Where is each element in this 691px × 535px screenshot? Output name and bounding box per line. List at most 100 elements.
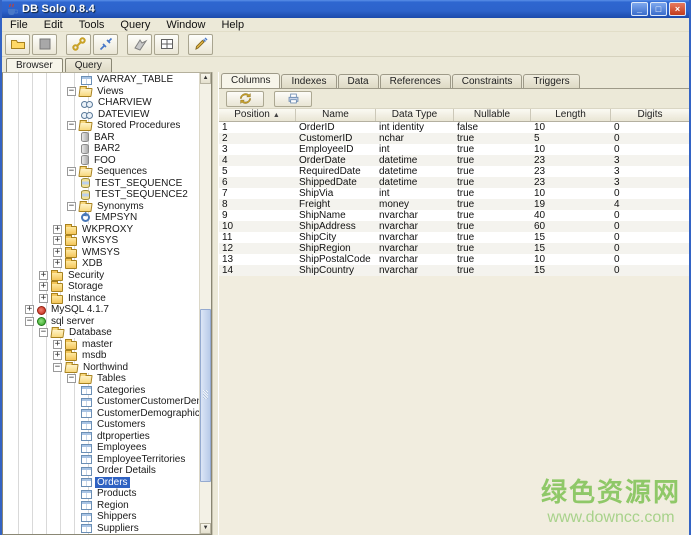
tab-query[interactable]: Query	[65, 58, 112, 72]
collapse-minus-icon[interactable]: −	[67, 202, 76, 211]
tree-item[interactable]: +XDB	[3, 258, 199, 270]
sql-editor-button[interactable]	[188, 34, 213, 55]
tree-item[interactable]: −Sequences	[3, 166, 199, 178]
table-row[interactable]: 6ShippedDatedatetimetrue233	[219, 177, 689, 188]
tree-item[interactable]: Suppliers	[3, 523, 199, 535]
tab-data[interactable]: Data	[338, 74, 379, 88]
tree-item[interactable]: −sql server	[3, 316, 199, 328]
expand-plus-icon[interactable]: +	[39, 282, 48, 291]
tree-item[interactable]: BAR	[3, 132, 199, 144]
tree-item[interactable]: −Database	[3, 327, 199, 339]
tree-item[interactable]: Region	[3, 500, 199, 512]
expand-plus-icon[interactable]: +	[53, 351, 62, 360]
tree-item[interactable]: FOO	[3, 155, 199, 167]
expand-plus-icon[interactable]: +	[53, 340, 62, 349]
collapse-minus-icon[interactable]: −	[39, 328, 48, 337]
expand-plus-icon[interactable]: +	[39, 271, 48, 280]
tab-triggers[interactable]: Triggers	[523, 74, 579, 88]
tree-item[interactable]: Orders	[3, 477, 199, 489]
tree-item[interactable]: EMPSYN	[3, 212, 199, 224]
table-row[interactable]: 14ShipCountrynvarchartrue150	[219, 265, 689, 276]
collapse-minus-icon[interactable]: −	[67, 167, 76, 176]
tree-item[interactable]: −Tables	[3, 373, 199, 385]
tree-item[interactable]: Customers	[3, 419, 199, 431]
column-header-digits[interactable]: Digits	[611, 109, 689, 121]
tree-item[interactable]: DATEVIEW	[3, 109, 199, 121]
scroll-up-icon[interactable]: ▲	[200, 73, 211, 84]
expand-plus-icon[interactable]: +	[53, 225, 62, 234]
grid-view-button[interactable]	[154, 34, 179, 55]
table-row[interactable]: 2CustomerIDnchartrue50	[219, 133, 689, 144]
tree-item[interactable]: Products	[3, 488, 199, 500]
tree-item[interactable]: +Storage	[3, 281, 199, 293]
expand-plus-icon[interactable]: +	[39, 294, 48, 303]
column-header-position[interactable]: Position▲	[219, 109, 296, 121]
tree-item[interactable]: VARRAY_TABLE	[3, 74, 199, 86]
disconnect-button[interactable]	[93, 34, 118, 55]
tree-item[interactable]: +master	[3, 339, 199, 351]
stop-button[interactable]	[32, 34, 57, 55]
menu-item-help[interactable]: Help	[213, 19, 252, 31]
expand-plus-icon[interactable]: +	[53, 248, 62, 257]
tree-item[interactable]: dtproperties	[3, 431, 199, 443]
tree-item[interactable]: −Stored Procedures	[3, 120, 199, 132]
tree-item[interactable]: +WMSYS	[3, 247, 199, 259]
panel-splitter[interactable]	[212, 72, 219, 535]
table-row[interactable]: 13ShipPostalCodenvarchartrue100	[219, 254, 689, 265]
tree-item[interactable]: +WKSYS	[3, 235, 199, 247]
menu-item-file[interactable]: File	[2, 19, 36, 31]
tree-item[interactable]: CustomerCustomerDemo	[3, 396, 199, 408]
collapse-minus-icon[interactable]: −	[25, 317, 34, 326]
menu-item-tools[interactable]: Tools	[71, 19, 113, 31]
menu-item-edit[interactable]: Edit	[36, 19, 71, 31]
table-row[interactable]: 7ShipViainttrue100	[219, 188, 689, 199]
expand-plus-icon[interactable]: +	[53, 236, 62, 245]
connect-button[interactable]	[66, 34, 91, 55]
scroll-down-icon[interactable]: ▼	[200, 523, 211, 534]
table-row[interactable]: 10ShipAddressnvarchartrue600	[219, 221, 689, 232]
table-row[interactable]: 11ShipCitynvarchartrue150	[219, 232, 689, 243]
maximize-button[interactable]: □	[650, 2, 667, 16]
tree-item[interactable]: +WKPROXY	[3, 224, 199, 236]
tree-item[interactable]: TEST_SEQUENCE2	[3, 189, 199, 201]
tree-item[interactable]: CustomerDemographics	[3, 408, 199, 420]
tree-item[interactable]: +Instance	[3, 293, 199, 305]
run-script-button[interactable]	[127, 34, 152, 55]
column-header-nullable[interactable]: Nullable	[454, 109, 531, 121]
table-row[interactable]: 1OrderIDint identityfalse100	[219, 122, 689, 133]
tab-references[interactable]: References	[380, 74, 451, 88]
menu-item-window[interactable]: Window	[158, 19, 213, 31]
tree-item[interactable]: TEST_SEQUENCE	[3, 178, 199, 190]
tree-item[interactable]: CHARVIEW	[3, 97, 199, 109]
tree-item[interactable]: +Security	[3, 270, 199, 282]
column-header-data-type[interactable]: Data Type	[376, 109, 454, 121]
table-row[interactable]: 9ShipNamenvarchartrue400	[219, 210, 689, 221]
tree-item[interactable]: −Northwind	[3, 362, 199, 374]
collapse-minus-icon[interactable]: −	[67, 374, 76, 383]
expand-plus-icon[interactable]: +	[25, 305, 34, 314]
collapse-minus-icon[interactable]: −	[67, 121, 76, 130]
close-button[interactable]: ×	[669, 2, 686, 16]
tree-item[interactable]: Employees	[3, 442, 199, 454]
column-header-name[interactable]: Name	[296, 109, 376, 121]
column-header-length[interactable]: Length	[531, 109, 611, 121]
tree-item[interactable]: −Views	[3, 86, 199, 98]
print-button[interactable]	[274, 91, 312, 107]
minimize-button[interactable]: _	[631, 2, 648, 16]
tree-item[interactable]: Order Details	[3, 465, 199, 477]
tab-indexes[interactable]: Indexes	[281, 74, 336, 88]
tree-item[interactable]: BAR2	[3, 143, 199, 155]
expand-plus-icon[interactable]: +	[53, 259, 62, 268]
tab-browser[interactable]: Browser	[6, 58, 63, 72]
tree-item[interactable]: Categories	[3, 385, 199, 397]
menu-item-query[interactable]: Query	[112, 19, 158, 31]
table-row[interactable]: 5RequiredDatedatetimetrue233	[219, 166, 689, 177]
table-row[interactable]: 4OrderDatedatetimetrue233	[219, 155, 689, 166]
tree-item[interactable]: Shippers	[3, 511, 199, 523]
tab-constraints[interactable]: Constraints	[452, 74, 523, 88]
tab-columns[interactable]: Columns	[221, 73, 280, 88]
tree-item[interactable]: −Synonyms	[3, 201, 199, 213]
table-row[interactable]: 8Freightmoneytrue194	[219, 199, 689, 210]
tree-scrollbar[interactable]: ▲ ▼	[199, 73, 211, 534]
refresh-button[interactable]	[226, 91, 264, 107]
